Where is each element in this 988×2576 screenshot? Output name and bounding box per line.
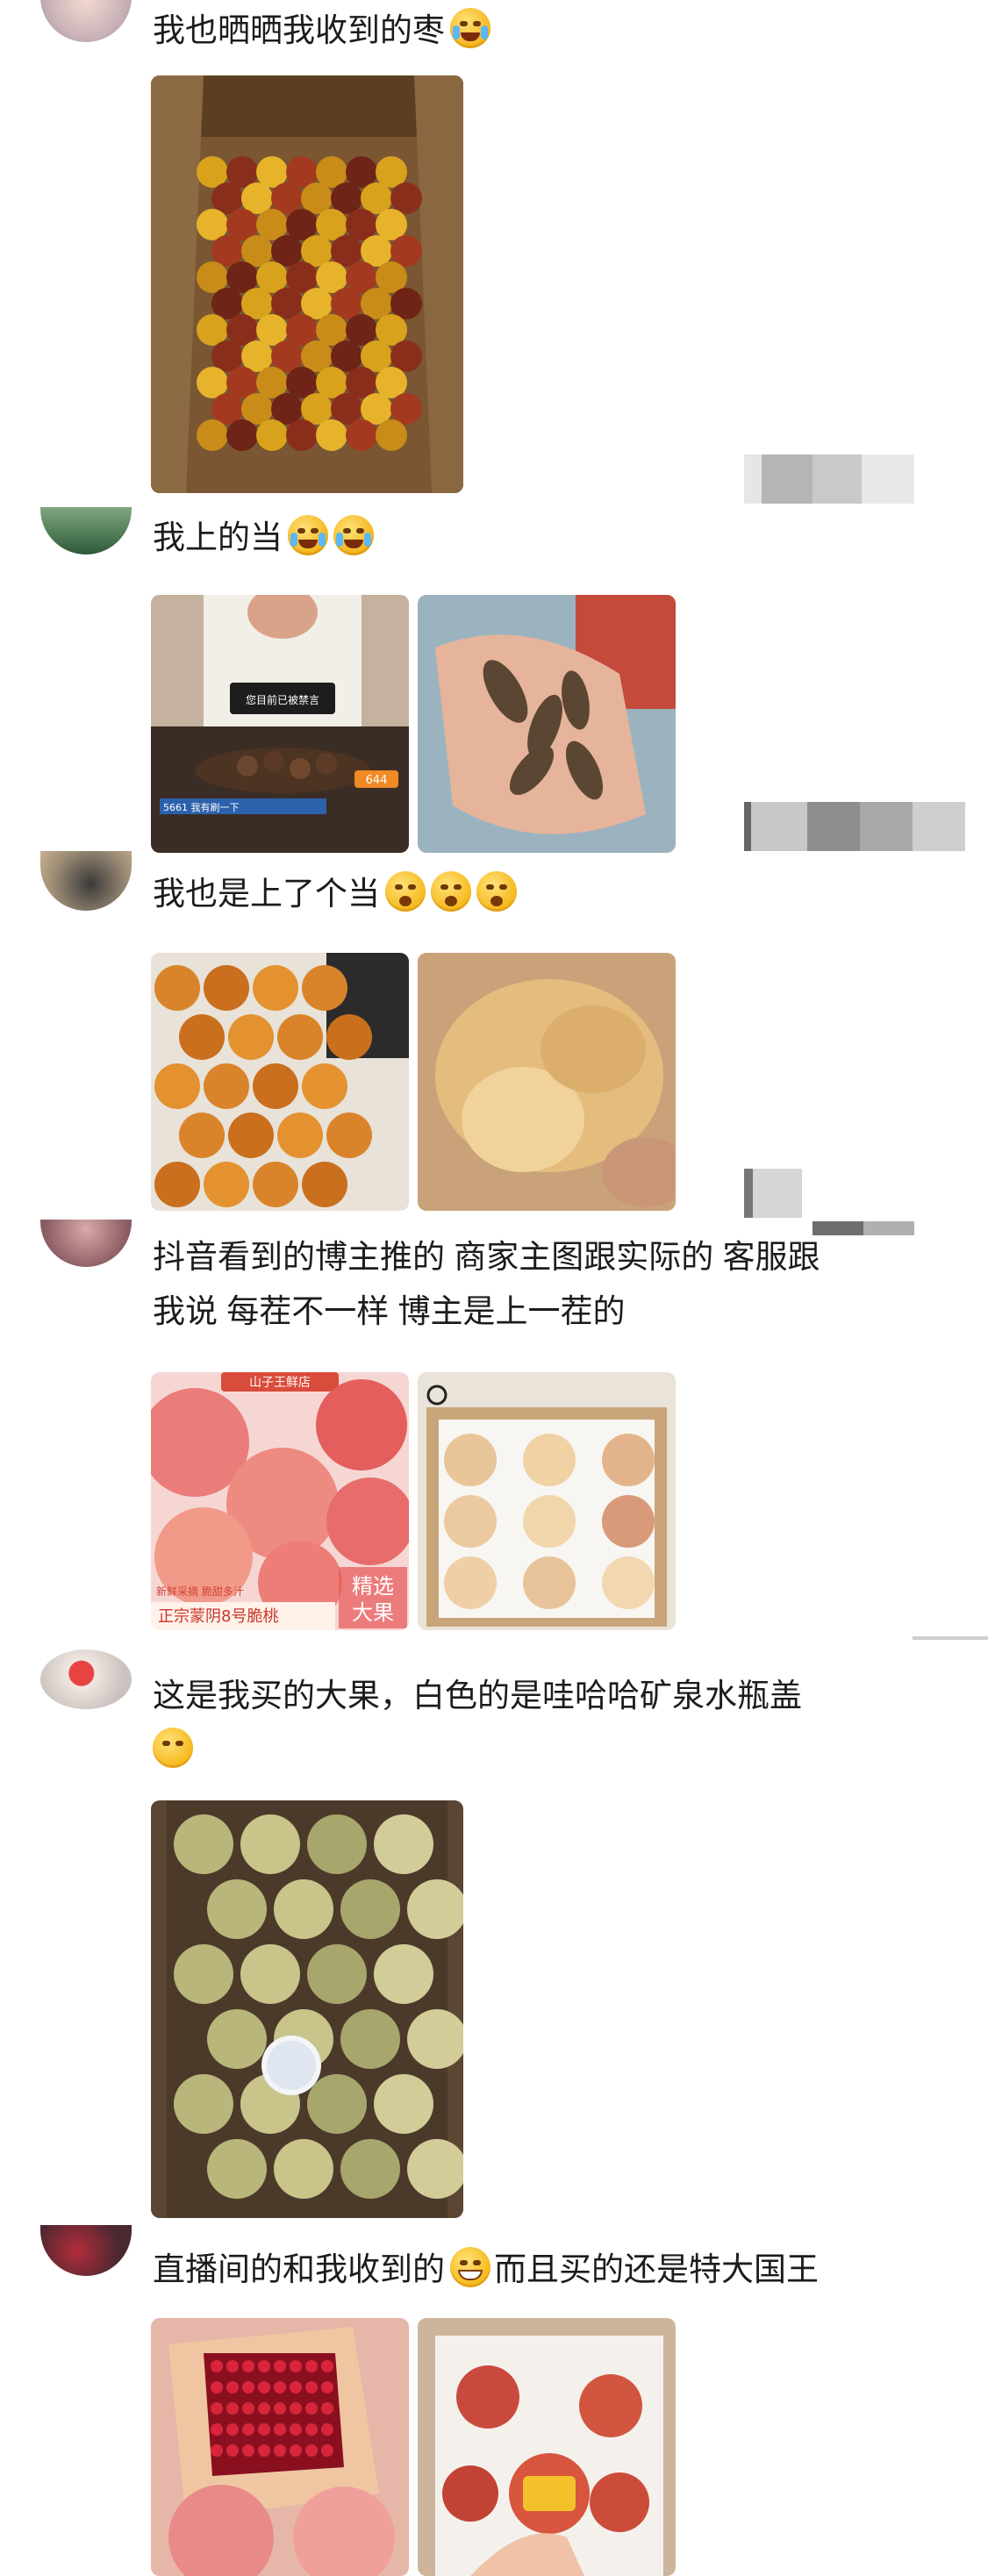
dizzy-face-emoji [385, 871, 426, 912]
user-avatar[interactable] [40, 0, 132, 42]
pastry-closeup-image [418, 953, 676, 1211]
morel-mushrooms-photo[interactable] [418, 595, 676, 853]
livestream-screenshot-photo[interactable]: 您目前已被禁言 5661 我有刷一下 644 [151, 595, 409, 853]
comment-post-3: 我也是上了个当 [0, 851, 988, 1235]
small-fruit-box-photo[interactable] [151, 1800, 463, 2218]
svg-text:新鲜采摘 脆甜多汁: 新鲜采摘 脆甜多汁 [156, 1585, 244, 1598]
svg-text:精选: 精选 [352, 1574, 394, 1599]
comment-post-4: 抖音看到的博主推的 商家主图跟实际的 客服跟 我说 每茬不一样 博主是上一茬的 … [0, 1220, 988, 1641]
mushrooms-image [418, 595, 676, 853]
pomegranate-stream-image [151, 2318, 409, 2576]
dizzy-face-emoji [431, 871, 471, 912]
crying-laughing-emoji [450, 8, 490, 48]
pomegranates-in-box-photo[interactable] [418, 2318, 676, 2576]
user-avatar[interactable] [40, 1649, 132, 1709]
dates-image [151, 75, 463, 493]
comment-post-1: 我也晒晒我收到的枣 [0, 0, 988, 504]
fruit-box-image [151, 1800, 463, 2218]
comment-text-line-1: 抖音看到的博主推的 商家主图跟实际的 客服跟 [153, 1239, 820, 1275]
dizzy-face-emoji [476, 871, 517, 912]
blurred-username [744, 1169, 916, 1218]
user-avatar[interactable] [40, 507, 132, 555]
user-avatar[interactable] [40, 851, 132, 911]
comment-text-continued: 而且买的还是特大国王 [494, 2251, 819, 2287]
svg-text:您目前已被禁言: 您目前已被禁言 [246, 693, 319, 706]
comment-text-line-2: 我说 每茬不一样 博主是上一茬的 [153, 1293, 626, 1329]
user-avatar[interactable] [40, 1220, 132, 1267]
comment-text: 直播间的和我收到的 [153, 2251, 445, 2287]
crying-laughing-emoji [288, 515, 328, 555]
svg-text:5661 我有刷一下: 5661 我有刷一下 [163, 801, 240, 813]
svg-text:644: 644 [366, 774, 388, 787]
svg-text:正宗蒙阴8号脆桃: 正宗蒙阴8号脆桃 [158, 1607, 278, 1626]
svg-text:大果: 大果 [352, 1600, 394, 1625]
peach-listing-photo[interactable]: 山子王鲜店 新鲜采摘 脆甜多汁 正宗蒙阴8号脆桃 精选 大果 [151, 1372, 409, 1630]
comment-post-2: 我上的当 您目前已被禁言 5661 我有刷一下 644 [0, 507, 988, 853]
comment-post-6: 直播间的和我收到的 而且买的还是特大国王 [0, 2225, 988, 2576]
pastries-image [151, 953, 409, 1211]
pomegranates-box-image [418, 2318, 676, 2576]
blurred-username [744, 454, 916, 504]
peach-listing-image: 山子王鲜店 新鲜采摘 脆甜多汁 正宗蒙阴8号脆桃 精选 大果 [151, 1372, 409, 1630]
comment-post-5: 这是我买的大果，白色的是哇哈哈矿泉水瓶盖 [0, 1649, 988, 2220]
comment-text: 这是我买的大果，白色的是哇哈哈矿泉水瓶盖 [153, 1678, 802, 1714]
pastry-closeup-photo[interactable] [418, 953, 676, 1211]
comment-text: 我上的当 [153, 519, 283, 555]
comment-text: 我也是上了个当 [153, 876, 380, 912]
grinning-sweat-emoji [450, 2247, 490, 2287]
livestream-pomegranate-photo[interactable] [151, 2318, 409, 2576]
peaches-box-image [418, 1372, 676, 1630]
dates-in-box-photo[interactable] [151, 75, 463, 493]
peaches-in-box-photo[interactable] [418, 1372, 676, 1630]
pastries-tray-photo[interactable] [151, 953, 409, 1211]
blurred-username [744, 802, 969, 851]
blurred-username [913, 1628, 988, 1640]
user-avatar[interactable] [40, 2225, 132, 2276]
svg-text:山子王鲜店: 山子王鲜店 [249, 1376, 311, 1390]
livestream-image: 您目前已被禁言 5661 我有刷一下 644 [151, 595, 409, 853]
comment-text: 我也晒晒我收到的枣 [153, 12, 445, 48]
angry-shouting-emoji [153, 1728, 193, 1768]
crying-laughing-emoji [333, 515, 374, 555]
